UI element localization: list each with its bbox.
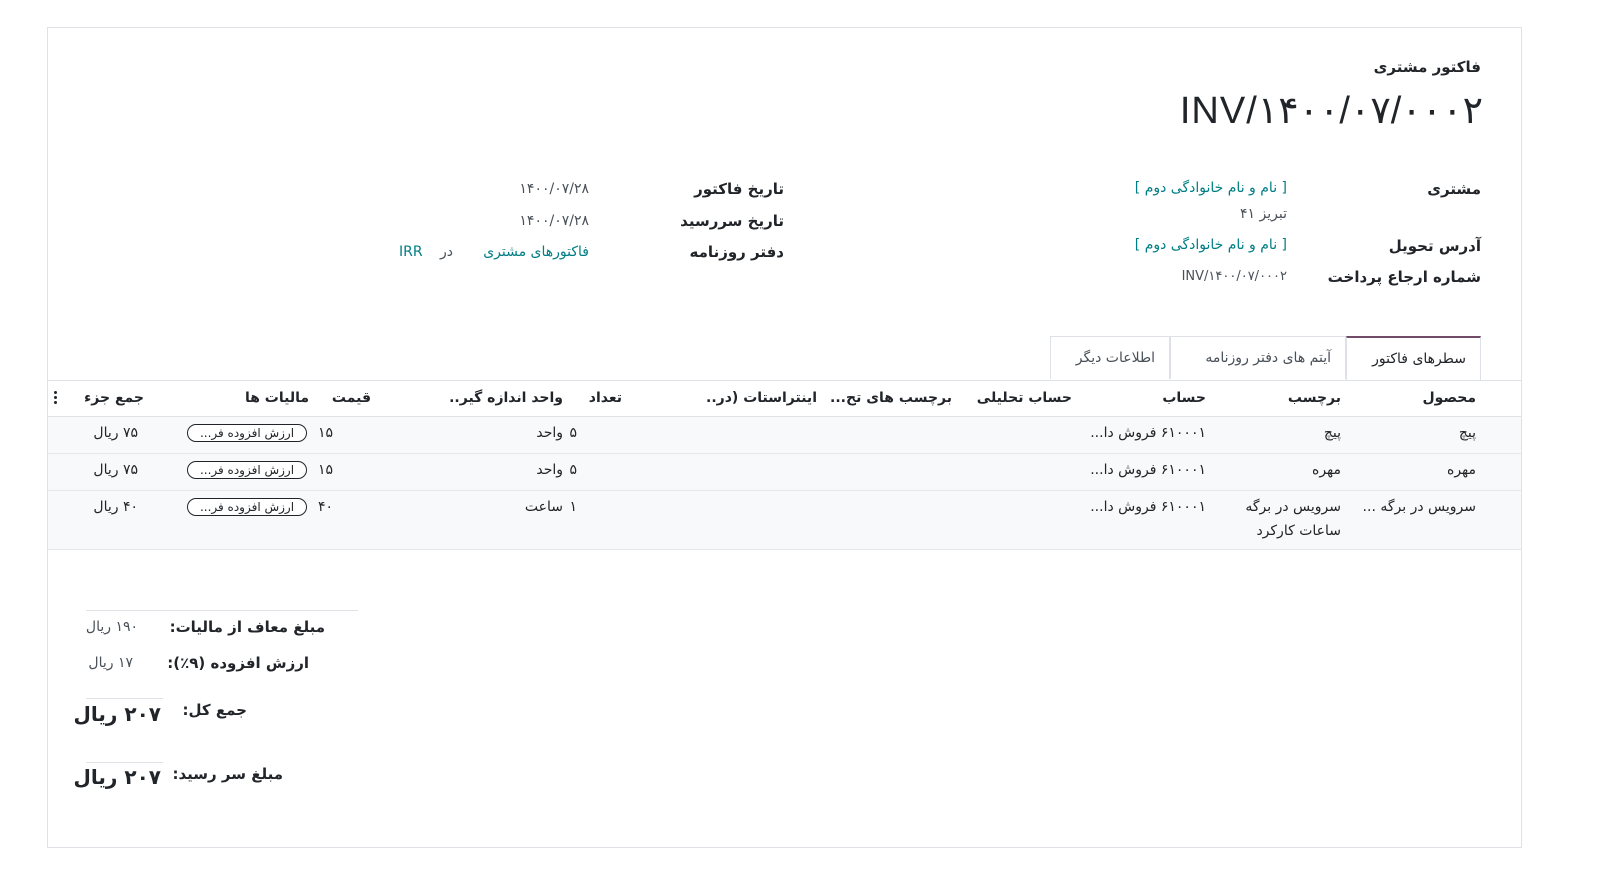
column-intrastat[interactable]: اینتراستات (در... [707, 380, 817, 416]
customer-field[interactable]: [ نام و نام خانوادگی دوم ] [1135, 180, 1287, 196]
amount-due-label: مبلغ سر رسید: [172, 765, 283, 783]
untaxed-amount-label: مبلغ معاف از مالیات: [169, 618, 325, 636]
row-label[interactable]: پیچ [1324, 425, 1341, 441]
row-price[interactable]: ۴۰ [318, 499, 333, 515]
table-row[interactable]: پیچ پیچ ۶۱۰۰۰۱ فروش دا... ۵ واحد ۱۵ ارزش… [48, 417, 1521, 454]
customer-label: مشتری [1427, 180, 1481, 198]
row-product[interactable]: مهره [1447, 462, 1476, 478]
column-analytic-account[interactable]: حساب تحلیلی [952, 380, 1072, 416]
column-quantity[interactable]: تعداد [562, 380, 622, 416]
invoice-date-label: تاریخ فاکتور [694, 180, 784, 198]
row-subtotal: ۴۰ ریال [93, 499, 138, 515]
invoice-number: INV/۱۴۰۰/۰۷/۰۰۰۲ [1179, 90, 1483, 132]
column-price[interactable]: قیمت [311, 380, 371, 416]
tax-tag[interactable]: ارزش افزوده فر... [187, 461, 307, 479]
column-taxes[interactable]: مالیات ها [229, 380, 309, 416]
row-price[interactable]: ۱۵ [318, 462, 333, 478]
table-row[interactable]: سرویس در برگه ... سرویس در برگه ساعات کا… [48, 491, 1521, 550]
row-subtotal: ۷۵ ریال [93, 425, 138, 441]
row-uom[interactable]: واحد [536, 425, 563, 441]
tax-tag[interactable]: ارزش افزوده فر... [187, 498, 307, 516]
due-date-field[interactable]: ۱۴۰۰/۰۷/۲۸ [519, 213, 589, 229]
amount-due-divider [86, 762, 163, 763]
row-subtotal: ۷۵ ریال [93, 462, 138, 478]
tax-tag[interactable]: ارزش افزوده فر... [187, 424, 307, 442]
currency-field[interactable]: IRR [399, 244, 423, 260]
row-account[interactable]: ۶۱۰۰۰۱ فروش دا... [1090, 425, 1206, 441]
document-type: فاکتور مشتری [1373, 58, 1481, 76]
vat-value: ۱۷ ریال [88, 655, 133, 671]
journal-label: دفتر روزنامه [689, 243, 784, 261]
table-row[interactable]: مهره مهره ۶۱۰۰۰۱ فروش دا... ۵ واحد ۱۵ ار… [48, 454, 1521, 491]
row-quantity[interactable]: ۱ [569, 499, 577, 515]
column-analytic-tags[interactable]: برچسب های تح... [826, 380, 952, 416]
total-value: ۲۰۷ ریال [73, 702, 161, 726]
total-divider [86, 698, 163, 699]
column-account[interactable]: حساب [1106, 380, 1206, 416]
row-account[interactable]: ۶۱۰۰۰۱ فروش دا... [1090, 462, 1206, 478]
invoice-date-field[interactable]: ۱۴۰۰/۰۷/۲۸ [519, 181, 589, 197]
payment-reference-label: شماره ارجاع پرداخت [1327, 268, 1481, 286]
customer-address: تبریز ۴۱ [1240, 206, 1287, 222]
row-price[interactable]: ۱۵ [318, 425, 333, 441]
row-account[interactable]: ۶۱۰۰۰۱ فروش دا... [1090, 499, 1206, 515]
notebook-tabs: سطرهای فاکتور آیتم های دفتر روزنامه اطلا… [48, 336, 1521, 381]
payment-reference-field[interactable]: INV/۱۴۰۰/۰۷/۰۰۰۲ [1182, 269, 1287, 284]
total-label: جمع کل: [182, 701, 247, 719]
delivery-address-field[interactable]: [ نام و نام خانوادگی دوم ] [1135, 237, 1287, 253]
untaxed-amount-value: ۱۹۰ ریال [85, 619, 138, 635]
row-product[interactable]: پیچ [1459, 425, 1476, 441]
row-quantity[interactable]: ۵ [569, 462, 577, 478]
tab-other-info[interactable]: اطلاعات دیگر [1050, 336, 1170, 379]
tab-invoice-lines[interactable]: سطرهای فاکتور [1346, 336, 1481, 380]
row-label[interactable]: سرویس در برگه [1245, 499, 1341, 515]
invoice-lines-header: محصول برچسب حساب حساب تحلیلی برچسب های ت… [48, 380, 1521, 417]
invoice-sheet: فاکتور مشتری INV/۱۴۰۰/۰۷/۰۰۰۲ مشتری [ نا… [47, 27, 1522, 848]
row-uom[interactable]: ساعت [525, 499, 563, 515]
optional-columns-icon[interactable] [52, 389, 58, 407]
vat-label: ارزش افزوده (۹٪): [167, 654, 309, 672]
journal-field[interactable]: فاکتورهای مشتری [483, 244, 589, 260]
totals-divider [86, 610, 358, 611]
row-uom[interactable]: واحد [536, 462, 563, 478]
journal-in-text: در [440, 244, 453, 260]
tab-journal-items[interactable]: آیتم های دفتر روزنامه [1170, 336, 1346, 379]
due-date-label: تاریخ سررسید [680, 212, 784, 230]
delivery-address-label: آدرس تحویل [1388, 237, 1481, 255]
column-subtotal[interactable]: جمع جزء [74, 380, 144, 416]
row-label[interactable]: مهره [1312, 462, 1341, 478]
row-quantity[interactable]: ۵ [569, 425, 577, 441]
amount-due-value: ۲۰۷ ریال [73, 765, 161, 789]
column-uom[interactable]: واحد اندازه گیر... [448, 380, 563, 416]
column-product[interactable]: محصول [1376, 380, 1476, 416]
row-product[interactable]: سرویس در برگه ... [1363, 499, 1476, 515]
row-label-line2[interactable]: ساعات کارکرد [1256, 523, 1341, 539]
column-label[interactable]: برچسب [1241, 380, 1341, 416]
